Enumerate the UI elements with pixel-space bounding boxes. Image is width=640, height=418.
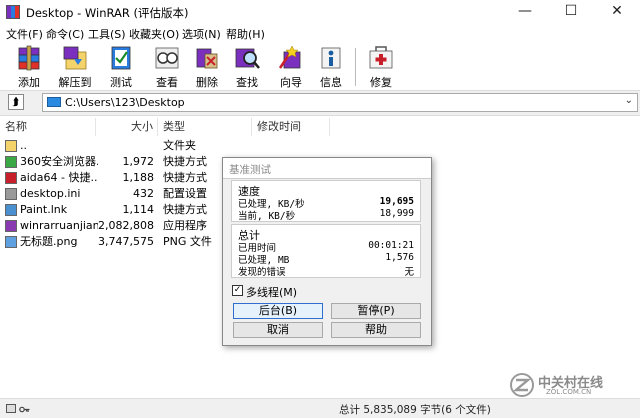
key-icon	[19, 404, 30, 413]
extract-to-icon	[63, 46, 87, 70]
file-icon	[5, 236, 17, 248]
file-size: 432	[133, 187, 154, 200]
file-name: 无标题.png	[20, 235, 78, 248]
file-row[interactable]: .. 文件夹	[0, 138, 640, 154]
dialog-title-bar[interactable]: 基准测试	[223, 158, 431, 179]
file-size: 1,972	[122, 155, 155, 168]
file-name: aida64 - 快捷...	[20, 171, 98, 184]
file-size: 1,114	[122, 203, 155, 216]
info-button[interactable]: 信息	[308, 44, 354, 89]
help-button[interactable]: 帮助	[331, 322, 421, 338]
test-button[interactable]: 测试	[98, 44, 144, 89]
errors-row: 发现的错误 无	[238, 264, 414, 278]
watermark-url: ZOL.COM.CN	[546, 388, 592, 396]
column-header-size[interactable]: 大小	[96, 118, 158, 136]
minimize-button[interactable]: —	[502, 0, 548, 24]
find-button[interactable]: 查找	[224, 44, 270, 89]
path-text: C:\Users\123\Desktop	[65, 96, 185, 109]
path-combobox[interactable]: C:\Users\123\Desktop ⌄	[42, 93, 638, 112]
winrar-app-icon	[6, 5, 20, 19]
up-folder-button[interactable]: ⮭	[8, 94, 24, 110]
toolbar-separator	[355, 48, 356, 86]
repair-button[interactable]: 修复	[358, 44, 404, 89]
repair-icon	[369, 46, 393, 69]
multithread-checkbox[interactable]: ✓	[232, 285, 243, 296]
file-icon	[5, 204, 17, 216]
maximize-button[interactable]: ☐	[548, 0, 594, 24]
drive-status-icon	[6, 404, 16, 413]
file-icon	[5, 156, 17, 168]
file-name: Paint.lnk	[20, 203, 68, 216]
find-icon	[235, 48, 260, 69]
speed-current-value: 18,999	[379, 208, 414, 219]
speed-current-row: 当前, KB/秒 18,999	[238, 208, 414, 222]
view-icon	[155, 47, 179, 69]
delete-icon	[196, 48, 218, 69]
total-processed-value: 1,576	[385, 252, 414, 263]
elapsed-value: 00:01:21	[368, 240, 414, 251]
find-label: 查找	[236, 76, 258, 89]
test-label: 测试	[110, 76, 132, 89]
file-size: 2,082,808	[98, 219, 154, 232]
dialog-title: 基准测试	[229, 164, 271, 176]
column-header-modified[interactable]: 修改时间	[252, 118, 330, 136]
window-title: Desktop - WinRAR (评估版本)	[26, 6, 189, 20]
background-button[interactable]: 后台(B)	[233, 303, 323, 319]
file-icon	[5, 188, 17, 200]
title-bar: Desktop - WinRAR (评估版本) — ☐ ✕	[0, 0, 640, 25]
extract-to-label: 解压到	[58, 76, 92, 89]
total-group: 总计 已用时间 00:01:21 已处理, MB 1,576 发现的错误 无	[231, 224, 421, 278]
speed-processed-value: 19,695	[379, 196, 414, 207]
status-bar: 总计 5,835,089 字节(6 个文件)	[0, 398, 640, 418]
pause-button[interactable]: 暂停(P)	[331, 303, 421, 319]
column-header-type[interactable]: 类型	[158, 118, 252, 136]
menu-tools[interactable]: 工具(S)	[88, 26, 126, 42]
menu-help[interactable]: 帮助(H)	[226, 26, 265, 42]
close-button[interactable]: ✕	[594, 0, 640, 24]
file-icon	[5, 172, 17, 184]
errors-value: 无	[404, 267, 414, 278]
cancel-button[interactable]: 取消	[233, 322, 323, 338]
status-summary: 总计 5,835,089 字节(6 个文件)	[339, 404, 491, 416]
zol-logo-icon	[510, 373, 534, 397]
file-size: 1,188	[122, 171, 155, 184]
multithread-label[interactable]: 多线程(M)	[246, 284, 297, 300]
add-label: 添加	[18, 76, 40, 89]
test-icon	[111, 46, 131, 70]
menu-options[interactable]: 选项(N)	[182, 26, 221, 42]
errors-label: 发现的错误	[238, 267, 286, 278]
file-name: winrarruanjian....	[20, 219, 98, 232]
drive-icon	[47, 97, 61, 107]
file-name: ..	[20, 139, 27, 152]
repair-label: 修复	[370, 76, 392, 89]
menu-file[interactable]: 文件(F)	[6, 26, 43, 42]
speed-group: 速度 已处理, KB/秒 19,695 当前, KB/秒 18,999	[231, 180, 421, 222]
file-name: desktop.ini	[20, 187, 81, 200]
benchmark-dialog: 基准测试 速度 已处理, KB/秒 19,695 当前, KB/秒 18,999…	[222, 157, 432, 346]
wizard-icon	[278, 45, 301, 69]
file-name: 360安全浏览器.l...	[20, 155, 98, 168]
menu-bar: 文件(F) 命令(C) 工具(S) 收藏夹(O) 选项(N) 帮助(H)	[0, 24, 640, 42]
file-icon	[5, 140, 17, 152]
info-label: 信息	[320, 76, 342, 89]
column-header-name[interactable]: 名称	[0, 118, 96, 136]
add-button[interactable]: 添加	[6, 44, 52, 89]
extract-to-button[interactable]: 解压到	[52, 44, 98, 89]
chevron-down-icon[interactable]: ⌄	[625, 95, 633, 106]
speed-current-label: 当前, KB/秒	[238, 211, 296, 222]
file-type: 文件夹	[163, 139, 196, 152]
menu-commands[interactable]: 命令(C)	[46, 26, 84, 42]
file-icon	[5, 220, 17, 232]
info-icon	[321, 47, 341, 69]
add-archive-icon	[18, 45, 40, 71]
address-bar: ⮭ C:\Users\123\Desktop ⌄	[0, 91, 640, 116]
menu-favorites[interactable]: 收藏夹(O)	[129, 26, 179, 42]
toolbar: 添加 解压到 测试 查看 删除 查找 向导 信息 修复	[0, 42, 640, 91]
file-size: 3,747,575	[98, 235, 154, 248]
zol-watermark-logo: 中关村在线 ZOL.COM.CN	[510, 372, 640, 398]
